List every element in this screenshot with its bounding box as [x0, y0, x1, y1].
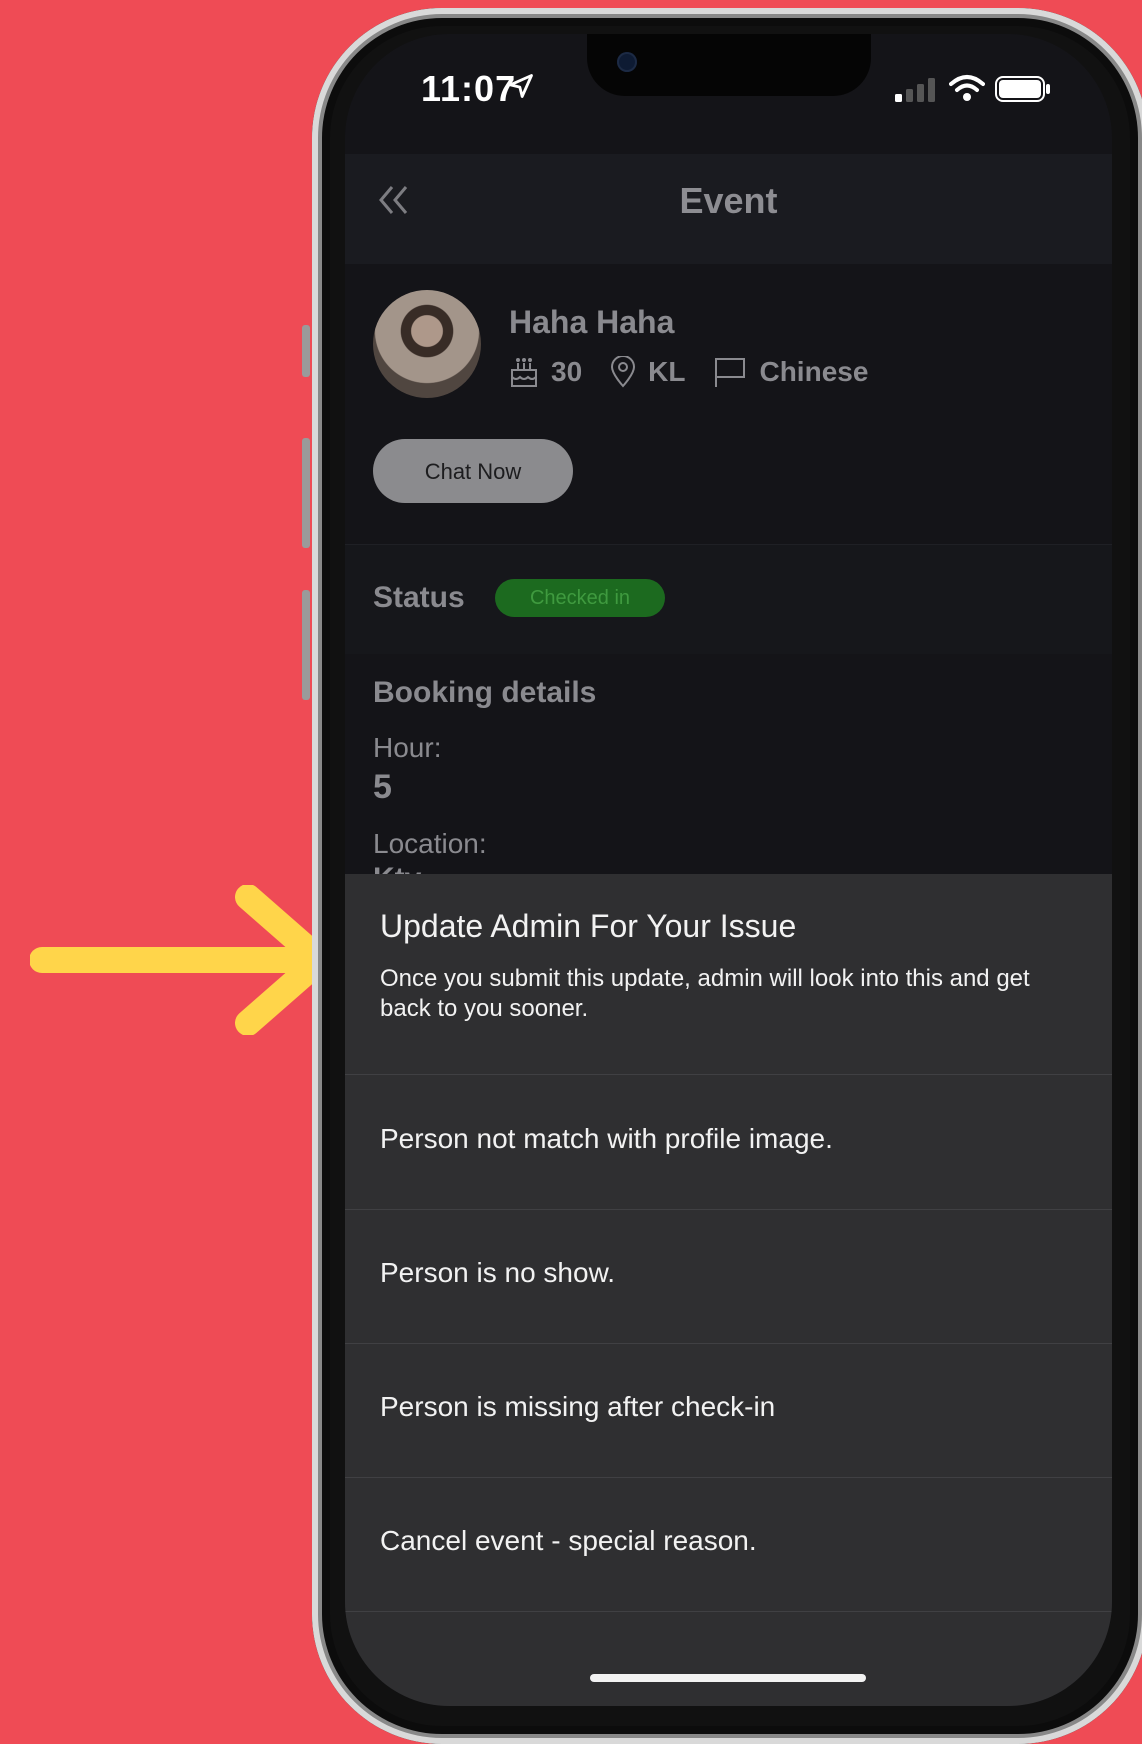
hour-label: Hour: — [373, 732, 442, 763]
notch — [587, 34, 871, 96]
birthday-cake-icon — [511, 358, 537, 387]
home-indicator[interactable] — [590, 1674, 866, 1682]
location-label: Location: — [373, 828, 487, 859]
battery-icon — [995, 76, 1050, 102]
sheet-option[interactable]: Person not match with profile image. — [345, 1075, 1112, 1210]
sheet-header: Update Admin For Your Issue Once you sub… — [345, 874, 1112, 1075]
map-pin-icon — [611, 356, 636, 388]
cellular-signal-icon — [895, 78, 935, 102]
location-arrow-icon — [509, 74, 533, 98]
profile-section: Haha Haha 30 KL Chinese Chat Now — [345, 264, 1112, 544]
avatar[interactable] — [373, 290, 481, 398]
flag-icon — [715, 358, 746, 387]
annotation-arrow — [30, 885, 333, 1035]
phone-screen: 11:07 Event Haha Haha 30 KL Chinese Chat… — [345, 34, 1112, 1706]
chat-now-button[interactable]: Chat Now — [373, 439, 573, 503]
language-item: Chinese — [713, 356, 868, 388]
sheet-option-label: Person not match with profile image. — [380, 1123, 833, 1154]
sheet-option-label: Person is missing after check-in — [380, 1391, 776, 1422]
status-time: 11:07 — [421, 68, 517, 109]
issue-action-sheet: Update Admin For Your Issue Once you sub… — [345, 874, 1112, 1706]
phone-mute-switch — [302, 325, 310, 377]
sheet-option-label: Person is no show. — [380, 1257, 616, 1288]
location-item: KL — [610, 356, 685, 388]
nav-header: Event — [345, 154, 1112, 264]
front-camera — [617, 52, 637, 72]
sheet-option[interactable]: Cancel event - special reason. — [345, 1477, 1112, 1612]
page-title: Event — [679, 180, 778, 221]
sheet-option[interactable]: Person is no show. — [345, 1209, 1112, 1344]
sheet-title: Update Admin For Your Issue — [380, 908, 797, 944]
phone-volume-down — [302, 590, 310, 700]
booking-title: Booking details — [373, 676, 597, 709]
wifi-icon — [949, 75, 985, 101]
phone-volume-up — [302, 438, 310, 548]
age-item: 30 — [509, 356, 582, 388]
profile-language: Chinese — [759, 356, 869, 387]
sheet-subtitle: Once you submit this update, admin will … — [380, 965, 1030, 1022]
status-badge: Checked in — [495, 579, 665, 617]
profile-meta: 30 KL Chinese — [509, 356, 896, 388]
sheet-option-label: Cancel event - special reason. — [380, 1525, 757, 1556]
sheet-option[interactable]: Person is missing after check-in — [345, 1343, 1112, 1478]
profile-location: KL — [648, 356, 686, 387]
profile-age: 30 — [551, 356, 583, 387]
status-label: Status — [373, 581, 465, 614]
status-row: Status Checked in — [345, 544, 1112, 655]
profile-name: Haha Haha — [509, 304, 675, 340]
hour-value: 5 — [373, 768, 392, 806]
